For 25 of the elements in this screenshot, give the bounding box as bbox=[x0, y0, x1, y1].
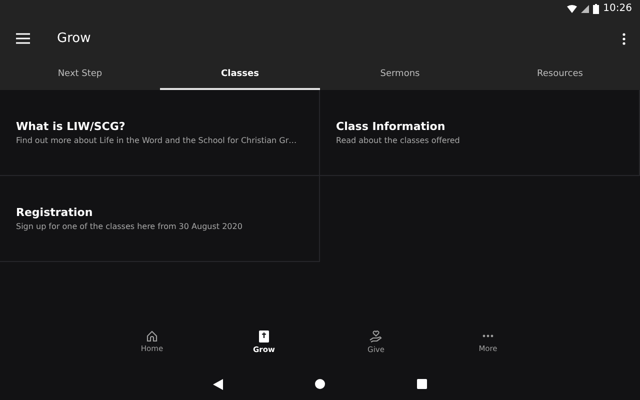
card[interactable]: What is LIW/SCG? Find out more about Life in the Word and the School for Christian Gr… bbox=[0, 90, 320, 176]
tab[interactable]: Sermons bbox=[320, 60, 480, 90]
back-icon[interactable] bbox=[213, 378, 223, 390]
wifi-icon bbox=[567, 4, 578, 12]
tab[interactable]: Classes bbox=[160, 60, 320, 90]
card-title: Registration bbox=[16, 206, 94, 219]
clock: 10:26 bbox=[603, 3, 632, 14]
battery-icon bbox=[593, 4, 600, 14]
overflow-menu-icon[interactable] bbox=[622, 32, 626, 44]
home-icon bbox=[146, 330, 158, 342]
card-title: What is LIW/SCG? bbox=[16, 120, 126, 133]
card-subtitle: Read about the classes offered bbox=[336, 136, 461, 145]
tab[interactable]: Resources bbox=[480, 60, 640, 90]
screen-title: Grow bbox=[57, 31, 92, 46]
hand-heart-icon bbox=[369, 330, 383, 343]
card-subtitle: Find out more about Life in the Word and the School for Christian Gr… bbox=[16, 136, 298, 145]
bible-icon bbox=[258, 330, 270, 343]
card-title: Class Information bbox=[336, 120, 446, 133]
home-button-icon[interactable] bbox=[315, 379, 325, 389]
tab[interactable]: Next Step bbox=[0, 60, 160, 90]
card[interactable]: Registration Sign up for one of the classes here from 30 August 2020 bbox=[0, 176, 320, 262]
menu-icon[interactable] bbox=[16, 33, 30, 44]
card-subtitle: Sign up for one of the classes here from 30 August 2020 bbox=[16, 222, 244, 231]
signal-icon bbox=[581, 4, 590, 12]
card[interactable]: Class Information Read about the classes offered bbox=[320, 90, 640, 176]
